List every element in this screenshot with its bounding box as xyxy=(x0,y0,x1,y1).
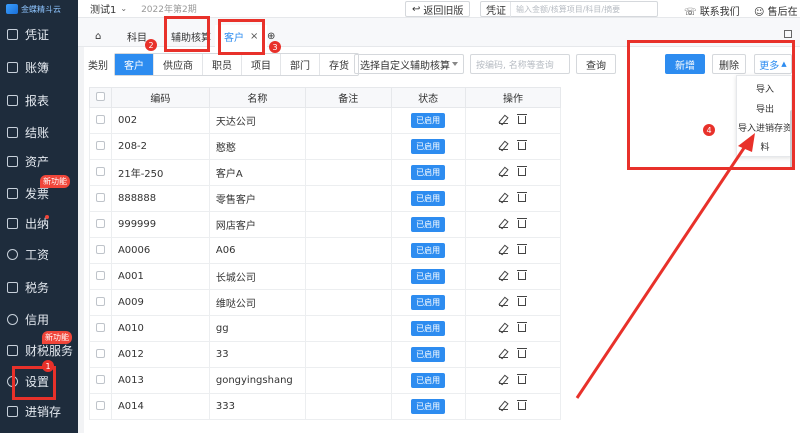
arrow-head xyxy=(738,133,755,152)
annotation-arrow xyxy=(575,133,755,399)
arrow-line xyxy=(575,141,750,399)
